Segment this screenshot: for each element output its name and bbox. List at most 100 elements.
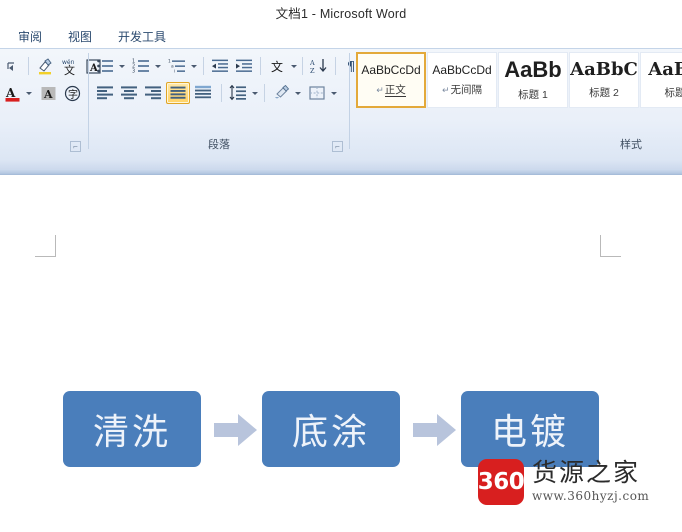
style-item-biaoti-1[interactable]: AaBb 标题 1	[498, 52, 568, 108]
sort-icon[interactable]: A Z	[308, 55, 330, 77]
borders-caret-icon[interactable]	[331, 91, 337, 95]
smartart-arrow-1-icon	[214, 414, 257, 446]
window-title: 文档1 - Microsoft Word	[275, 7, 407, 21]
numbering-icon[interactable]: 1 2 3	[130, 55, 152, 77]
tab-developer[interactable]: 开发工具	[108, 26, 176, 47]
style-label: ↵无间隔	[441, 83, 483, 96]
asian-layout-glyph: 文	[271, 59, 283, 74]
smartart-arrow-2-icon	[413, 414, 456, 446]
multilevel-list-icon[interactable]: 1 a i	[166, 55, 188, 77]
align-center-icon[interactable]	[118, 82, 140, 104]
style-item-biaoti-2[interactable]: AaBbC 标题 2	[569, 52, 639, 108]
char-shading-glyph: A	[41, 86, 55, 101]
styles-group-label: 样式	[620, 139, 642, 151]
bullets-icon[interactable]	[94, 55, 116, 77]
divider	[264, 84, 265, 102]
smartart-step-1[interactable]: 清洗	[63, 391, 201, 467]
divider	[28, 57, 29, 75]
svg-text:Z: Z	[310, 67, 315, 74]
style-item-wujiange[interactable]: AaBbCcDd ↵无间隔	[427, 52, 497, 108]
title-bar: 文档1 - Microsoft Word	[0, 0, 682, 25]
shading-caret-icon[interactable]	[295, 91, 301, 95]
style-label: 标题	[664, 86, 682, 99]
watermark-badge: 360	[478, 459, 525, 505]
line-spacing-caret-icon[interactable]	[252, 91, 258, 95]
align-left-glyph	[97, 86, 113, 100]
bullets-caret-icon[interactable]	[119, 64, 125, 68]
increase-indent-glyph	[236, 59, 252, 72]
style-preview: AaBbC	[570, 58, 638, 80]
style-preview: AaBb	[504, 56, 562, 82]
watermark-text-block: 货源之家 www.360hyzj.com	[532, 458, 650, 504]
watermark-title: 货源之家	[532, 458, 641, 487]
line-spacing-icon[interactable]	[227, 82, 249, 104]
style-label: 标题 2	[589, 86, 619, 99]
justify-icon[interactable]	[166, 82, 190, 104]
styles-gallery: AaBbCcDd ↵正文 AaBbCcDd ↵无间隔 AaBb 标题 1 AaB…	[356, 52, 682, 108]
smartart-step-2[interactable]: 底涂	[262, 391, 400, 467]
style-item-zhengwen[interactable]: AaBbCcDd ↵正文	[356, 52, 426, 108]
svg-text:文: 文	[271, 59, 283, 74]
text-highlight-color-icon[interactable]	[34, 55, 56, 77]
multilevel-glyph: 1 a i	[168, 59, 185, 74]
distributed-glyph	[195, 85, 211, 99]
partial-caret-icon	[7, 62, 14, 71]
bullets-glyph	[97, 59, 113, 73]
svg-text:3: 3	[132, 69, 135, 74]
numbering-caret-icon[interactable]	[155, 64, 161, 68]
tab-view[interactable]: 视图	[58, 26, 102, 47]
smartart-step-2-label: 底涂	[291, 412, 370, 453]
align-right-glyph	[145, 86, 161, 100]
svg-text:A: A	[43, 88, 53, 101]
style-item-biaoti[interactable]: AaBb 标题	[640, 52, 682, 108]
font-color-caret-icon[interactable]	[26, 91, 32, 95]
character-shading-icon[interactable]: A	[37, 82, 59, 104]
sort-glyph: A Z	[310, 59, 327, 74]
divider	[260, 57, 261, 75]
distributed-align-icon[interactable]	[192, 82, 214, 104]
style-preview: AaBbCcDd	[361, 62, 421, 77]
ribbon-group-paragraph: 1 2 3 1 a i 文 A Z ¶ 段落 ⌐	[89, 49, 355, 155]
watermark: 360 货源之家 www.360hyzj.com	[478, 459, 649, 505]
smartart-step-3[interactable]: 电镀	[461, 391, 599, 467]
divider	[203, 57, 204, 75]
phonetic-guide-icon[interactable]: wén 文	[58, 55, 80, 77]
font-color-icon[interactable]: A	[1, 82, 23, 104]
line-spacing-glyph	[229, 85, 246, 101]
svg-text:A: A	[5, 86, 16, 100]
watermark-url: www.360hyzj.com	[532, 489, 650, 503]
svg-text:A: A	[310, 59, 315, 67]
asian-layout-caret-icon[interactable]	[291, 64, 297, 68]
divider	[335, 57, 336, 75]
font-grow-caret-icon[interactable]	[1, 55, 23, 77]
decrease-indent-glyph	[212, 59, 228, 72]
asian-layout-icon[interactable]: 文	[266, 55, 288, 77]
svg-text:i: i	[174, 69, 175, 74]
style-label: ↵正文	[376, 83, 406, 97]
increase-indent-icon[interactable]	[233, 55, 255, 77]
ribbon: wén 文 A A A 字 ⌐ 1 2 3 1 a i 文 A Z ¶ 段落 ⌐…	[0, 48, 682, 176]
borders-glyph	[309, 86, 325, 100]
tab-review[interactable]: 审阅	[8, 26, 52, 47]
enclose-char-glyph: 字	[64, 85, 80, 101]
word-window: 文档1 - Microsoft Word 审阅 视图 开发工具 wén 文 A …	[0, 0, 682, 532]
align-left-icon[interactable]	[94, 82, 116, 104]
smartart-step-3-label: 电镀	[490, 412, 569, 453]
shading-icon[interactable]	[270, 82, 292, 104]
multilevel-caret-icon[interactable]	[191, 64, 197, 68]
ribbon-group-font: wén 文 A A A 字 ⌐	[0, 49, 101, 155]
ribbon-tab-strip: 审阅 视图 开发工具	[0, 25, 682, 48]
align-right-icon[interactable]	[142, 82, 164, 104]
divider	[221, 84, 222, 102]
style-label: 标题 1	[518, 88, 548, 101]
style-preview: AaBbCcDd	[432, 62, 492, 77]
borders-icon[interactable]	[306, 82, 328, 104]
shading-glyph	[274, 84, 289, 98]
highlighter-glyph	[38, 57, 52, 74]
decrease-indent-icon[interactable]	[209, 55, 231, 77]
font-dialog-launcher[interactable]: ⌐	[70, 141, 81, 152]
paragraph-dialog-launcher[interactable]: ⌐	[332, 141, 343, 152]
enclose-characters-icon[interactable]: 字	[61, 82, 83, 104]
ribbon-group-styles: AaBbCcDd ↵正文 AaBbCcDd ↵无间隔 AaBb 标题 1 AaB…	[350, 49, 682, 155]
justify-glyph	[170, 86, 186, 99]
